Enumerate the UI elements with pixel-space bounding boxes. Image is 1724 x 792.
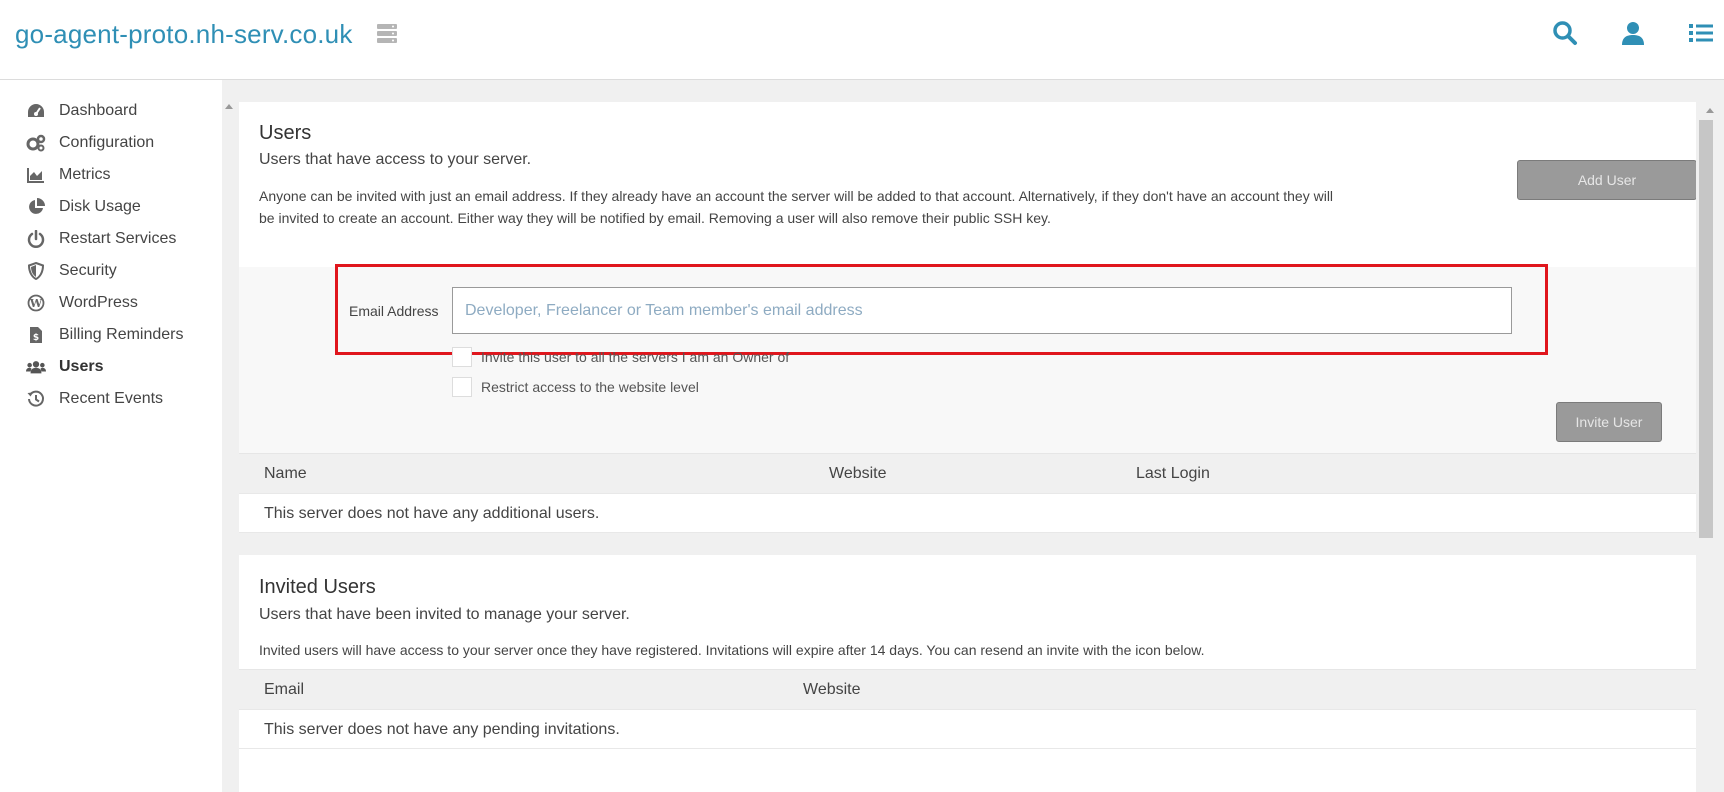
sidebar-item-users[interactable]: Users	[26, 353, 103, 381]
pie-chart-icon	[26, 197, 46, 217]
power-icon	[26, 229, 46, 249]
users-subtitle: Users that have access to your server.	[259, 151, 532, 168]
invited-empty-message: This server does not have any pending in…	[264, 721, 620, 738]
users-empty-row: This server does not have any additional…	[239, 493, 1696, 533]
invite-all-servers-option[interactable]: Invite this user to all the servers I am…	[452, 347, 789, 367]
sidebar-item-label: Dashboard	[59, 102, 138, 119]
server-icon[interactable]	[376, 22, 398, 44]
users-table-header: Name Website Last Login	[239, 453, 1696, 493]
sidebar-scrollbar[interactable]	[222, 102, 236, 792]
svg-text:$: $	[33, 333, 39, 343]
restrict-website-option[interactable]: Restrict access to the website level	[452, 377, 699, 397]
sidebar-item-disk-usage[interactable]: Disk Usage	[26, 193, 141, 221]
area-chart-icon	[26, 165, 46, 185]
sidebar-item-dashboard[interactable]: Dashboard	[26, 97, 137, 125]
search-icon[interactable]	[1552, 20, 1578, 46]
site-title[interactable]: go-agent-proto.nh-serv.co.uk	[15, 19, 353, 50]
sidebar-item-label: Restart Services	[59, 230, 177, 247]
column-header-email[interactable]: Email	[264, 681, 304, 699]
wordpress-icon: W	[26, 293, 46, 313]
user-icon[interactable]	[1620, 20, 1646, 46]
tachometer-icon	[26, 101, 46, 121]
column-header-website[interactable]: Website	[803, 681, 861, 699]
scroll-up-arrow-icon[interactable]	[1706, 108, 1714, 113]
list-icon[interactable]	[1688, 20, 1714, 46]
invited-users-title: Invited Users	[259, 576, 376, 598]
sidebar-item-wordpress[interactable]: W WordPress	[26, 289, 138, 317]
invite-user-form: Email Address Invite this user to all th…	[239, 264, 1696, 464]
column-header-website[interactable]: Website	[829, 465, 887, 483]
scrollbar-thumb[interactable]	[1699, 120, 1713, 538]
invite-user-button[interactable]: Invite User	[1556, 402, 1662, 442]
scroll-up-arrow-icon[interactable]	[225, 104, 233, 109]
sidebar-item-recent-events[interactable]: Recent Events	[26, 385, 163, 413]
sidebar-item-label: Configuration	[59, 134, 155, 151]
restrict-website-label: Restrict access to the website level	[481, 379, 699, 395]
sidebar-item-label: Recent Events	[59, 390, 164, 407]
shield-icon	[26, 261, 46, 281]
add-user-button[interactable]: Add User	[1517, 160, 1697, 200]
history-icon	[26, 389, 46, 409]
invited-users-subtitle: Users that have been invited to manage y…	[259, 606, 630, 623]
sidebar-item-label: Billing Reminders	[59, 326, 184, 343]
sidebar-item-label: WordPress	[59, 294, 138, 311]
top-header: go-agent-proto.nh-serv.co.uk	[0, 0, 1724, 80]
sidebar-item-label: Disk Usage	[59, 198, 141, 215]
sidebar-item-label: Users	[59, 358, 104, 375]
users-icon	[26, 357, 46, 377]
invited-users-description: Invited users will have access to your s…	[259, 642, 1205, 658]
sidebar-item-restart-services[interactable]: Restart Services	[26, 225, 176, 253]
column-header-name[interactable]: Name	[264, 465, 307, 483]
sidebar: Dashboard Configuration Metrics Disk Usa…	[0, 80, 222, 792]
email-address-label: Email Address	[349, 303, 439, 319]
sidebar-item-billing-reminders[interactable]: $ Billing Reminders	[26, 321, 184, 349]
sidebar-item-security[interactable]: Security	[26, 257, 117, 285]
restrict-website-checkbox[interactable]	[452, 377, 472, 397]
users-empty-message: This server does not have any additional…	[264, 505, 600, 522]
invite-all-servers-label: Invite this user to all the servers I am…	[481, 349, 790, 365]
cogs-icon	[26, 133, 46, 153]
main-content: Users Users that have access to your ser…	[222, 80, 1724, 792]
svg-text:W: W	[29, 297, 43, 310]
users-panel: Users Users that have access to your ser…	[239, 102, 1697, 533]
sidebar-item-metrics[interactable]: Metrics	[26, 161, 111, 189]
invited-empty-row: This server does not have any pending in…	[239, 709, 1696, 749]
main-scrollbar[interactable]	[1696, 102, 1724, 792]
invite-all-servers-checkbox[interactable]	[452, 347, 472, 367]
column-header-last-login[interactable]: Last Login	[1136, 465, 1210, 483]
sidebar-item-configuration[interactable]: Configuration	[26, 129, 154, 157]
sidebar-item-label: Security	[59, 262, 117, 279]
email-field[interactable]	[452, 287, 1512, 334]
sidebar-item-label: Metrics	[59, 166, 111, 183]
invited-users-panel: Invited Users Users that have been invit…	[239, 555, 1696, 792]
users-title: Users	[259, 122, 312, 144]
users-description: Anyone can be invited with just an email…	[259, 188, 1334, 226]
invited-table-header: Email Website	[239, 669, 1696, 709]
invoice-icon: $	[26, 325, 46, 345]
